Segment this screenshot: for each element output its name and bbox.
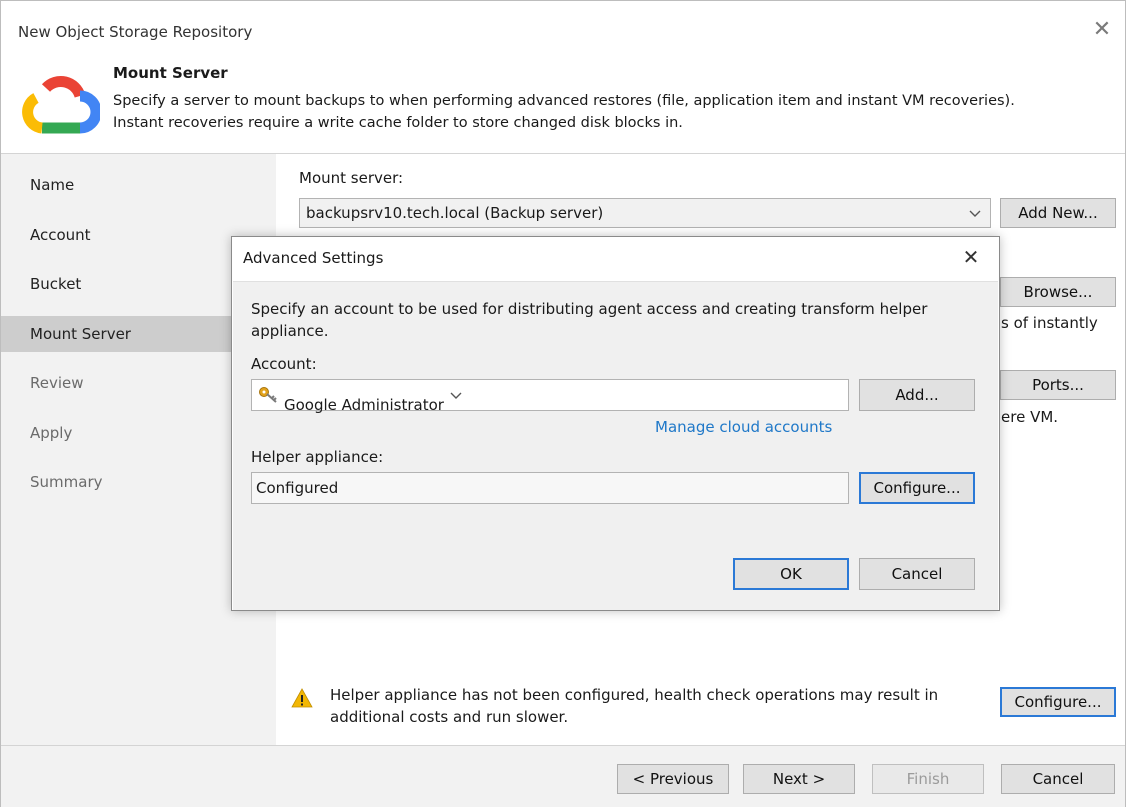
wizard-header: Mount Server Specify a server to mount b… [1, 56, 1125, 150]
google-cloud-logo-icon [22, 76, 100, 134]
configure-appliance-button[interactable]: Configure... [859, 472, 975, 504]
cancel-button[interactable]: Cancel [1001, 764, 1115, 794]
account-value: Google Administrator [284, 396, 444, 414]
dialog-cancel-button[interactable]: Cancel [859, 558, 975, 590]
warning-line: Helper appliance has not been configured… [330, 686, 939, 704]
helper-appliance-label: Helper appliance: [251, 448, 384, 466]
key-icon [259, 387, 277, 403]
mount-server-label: Mount server: [299, 169, 404, 187]
ports-hint-text: ere VM. [1001, 408, 1059, 426]
dialog-body: Specify an account to be used for distri… [233, 281, 998, 610]
helper-appliance-field: Configured [251, 472, 849, 504]
add-account-button[interactable]: Add... [859, 379, 975, 411]
account-select[interactable]: Google Administrator [251, 379, 849, 414]
finish-button: Finish [872, 764, 984, 794]
ok-button[interactable]: OK [733, 558, 849, 590]
page-description: Specify a server to mount backups to whe… [113, 90, 1113, 134]
close-icon[interactable]: ✕ [959, 245, 983, 269]
previous-button[interactable]: < Previous [617, 764, 729, 794]
account-label: Account: [251, 355, 317, 373]
helper-warning-text: Helper appliance has not been configured… [330, 684, 990, 728]
warning-icon [291, 688, 313, 708]
wizard-window: New Object Storage Repository ✕ Mount Se… [0, 0, 1126, 807]
mount-server-select[interactable]: backupsrv10.tech.local (Backup server) [299, 198, 991, 228]
advanced-settings-dialog: Advanced Settings ✕ Specify an account t… [231, 236, 1000, 611]
window-title: New Object Storage Repository [18, 23, 253, 41]
browse-button[interactable]: Browse... [1000, 277, 1116, 307]
dialog-description-line: appliance. [251, 322, 329, 340]
dialog-title: Advanced Settings [243, 249, 384, 267]
description-line: Specify a server to mount backups to whe… [113, 93, 1015, 109]
add-new-button[interactable]: Add New... [1000, 198, 1116, 228]
close-icon[interactable]: ✕ [1089, 17, 1115, 43]
next-button[interactable]: Next > [743, 764, 855, 794]
dialog-description: Specify an account to be used for distri… [251, 298, 991, 342]
sidebar-item-name[interactable]: Name [1, 167, 276, 203]
chevron-down-icon [969, 210, 981, 217]
mount-server-value: backupsrv10.tech.local (Backup server) [306, 204, 604, 222]
ports-button[interactable]: Ports... [1000, 370, 1116, 400]
chevron-down-icon [450, 392, 462, 399]
page-title: Mount Server [113, 64, 228, 82]
description-line: Instant recoveries require a write cache… [113, 115, 683, 131]
configure-helper-button[interactable]: Configure... [1000, 687, 1116, 717]
manage-cloud-accounts-link[interactable]: Manage cloud accounts [655, 418, 832, 436]
warning-line: additional costs and run slower. [330, 708, 569, 726]
dialog-description-line: Specify an account to be used for distri… [251, 300, 928, 318]
write-cache-hint-text: s of instantly [1001, 314, 1098, 332]
